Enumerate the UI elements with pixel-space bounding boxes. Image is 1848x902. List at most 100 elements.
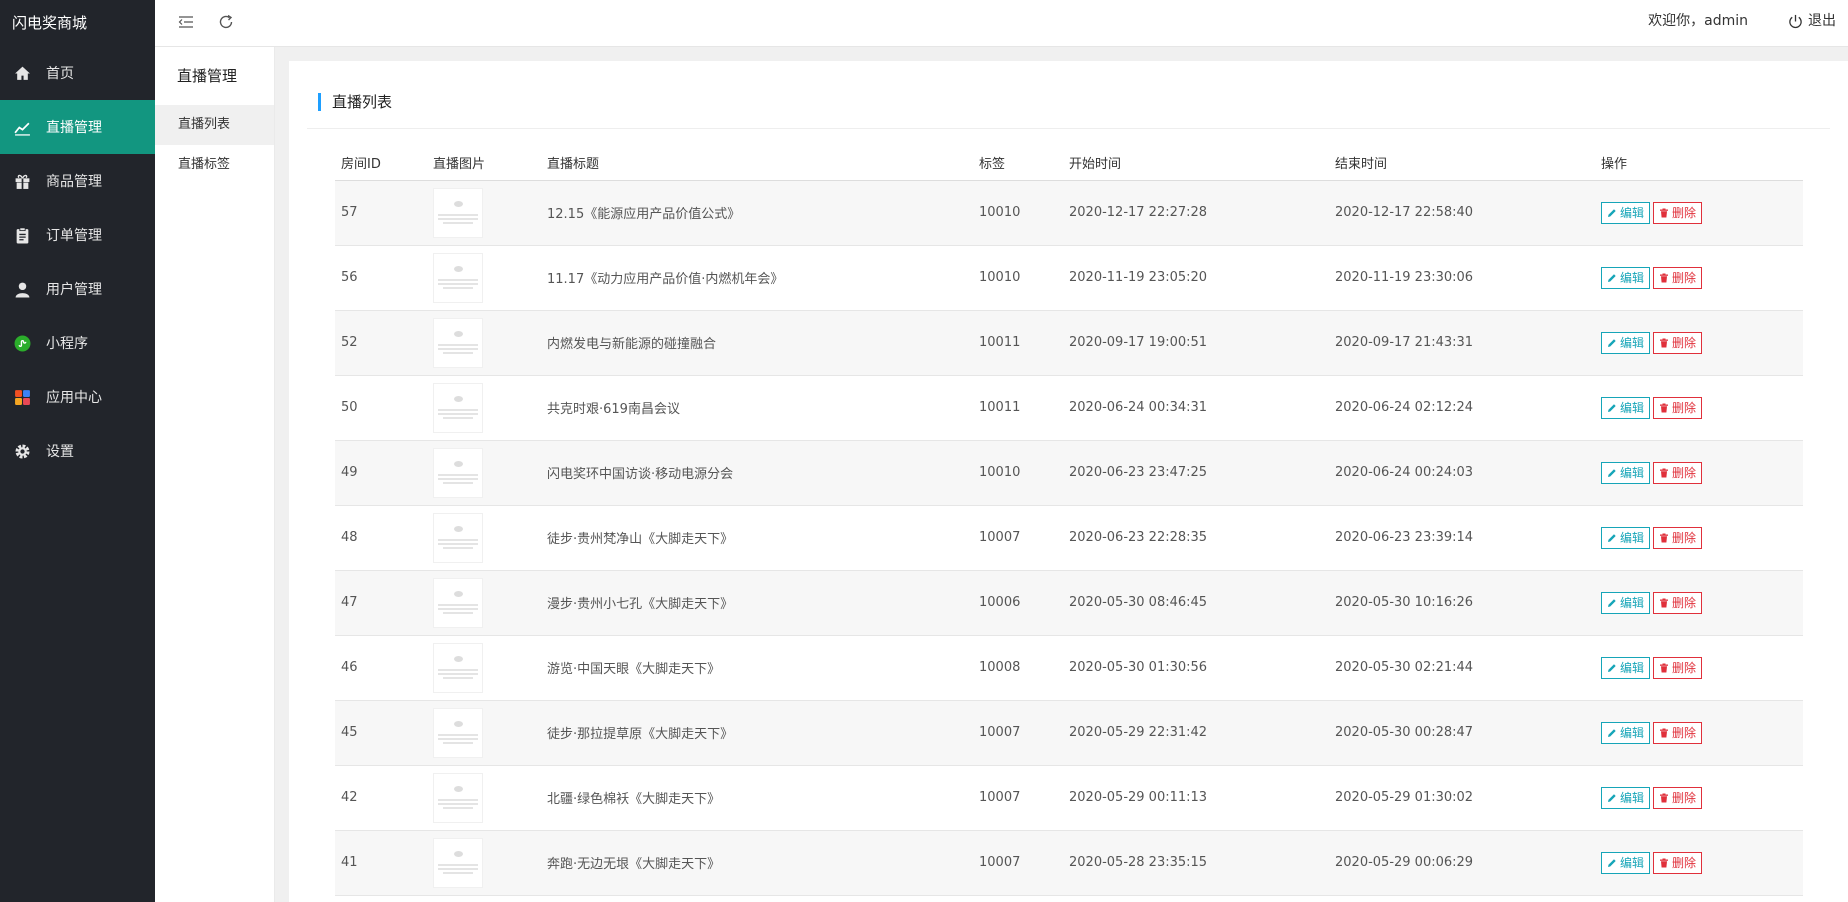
delete-button[interactable]: 删除 — [1653, 201, 1703, 224]
table-row: 56 11.17《动力应用产品价值·内燃机年会》 10010 2020-11-19 2… — [335, 245, 1803, 311]
edit-label: 编辑 — [1620, 791, 1645, 805]
actions-cell: 编辑 删除 — [1595, 570, 1803, 636]
trash-icon — [1660, 663, 1669, 672]
sidebar-item-settings[interactable]: 设置 — [0, 424, 155, 478]
column-header: 结束时间 — [1329, 145, 1595, 181]
edit-button[interactable]: 编辑 — [1601, 721, 1651, 744]
tag-value: 10007 — [973, 505, 1063, 571]
end-time: 2020-09-17 21:43:31 — [1329, 310, 1595, 376]
delete-button[interactable]: 删除 — [1653, 851, 1703, 874]
live-thumbnail — [433, 382, 483, 433]
thumbnail-cell — [427, 310, 541, 376]
delete-button[interactable]: 删除 — [1653, 396, 1703, 419]
edit-button[interactable]: 编辑 — [1601, 526, 1651, 549]
end-time: 2020-06-24 02:12:24 — [1329, 375, 1595, 441]
live-title: 共克时艰·619南昌会议 — [541, 375, 973, 441]
live-thumbnail — [433, 512, 483, 563]
start-time: 2020-06-23 23:47:25 — [1063, 440, 1329, 506]
divider — [307, 128, 1830, 129]
start-time: 2020-12-17 22:27:28 — [1063, 180, 1329, 246]
delete-button[interactable]: 删除 — [1653, 526, 1703, 549]
delete-button[interactable]: 删除 — [1653, 656, 1703, 679]
edit-button[interactable]: 编辑 — [1601, 851, 1651, 874]
pencil-icon — [1608, 598, 1616, 607]
sidebar-item-label: 小程序 — [46, 336, 88, 352]
trash-icon — [1660, 208, 1669, 217]
live-title: 漫步·贵州小七孔《大脚走天下》 — [541, 570, 973, 636]
start-time: 2020-11-19 23:05:20 — [1063, 245, 1329, 311]
edit-label: 编辑 — [1620, 596, 1645, 610]
gear-icon — [12, 441, 32, 461]
edit-label: 编辑 — [1620, 856, 1645, 870]
edit-label: 编辑 — [1620, 466, 1645, 480]
live-title: 徒步·那拉提草原《大脚走天下》 — [541, 700, 973, 766]
column-header: 直播标题 — [541, 145, 973, 181]
live-title: 徒步·贵州梵净山《大脚走天下》 — [541, 505, 973, 571]
refresh-icon[interactable] — [215, 11, 237, 33]
live-thumbnail — [433, 447, 483, 498]
live-title: 奔跑·无边无垠《大脚走天下》 — [541, 830, 973, 896]
edit-button[interactable]: 编辑 — [1601, 331, 1651, 354]
delete-button[interactable]: 删除 — [1653, 266, 1703, 289]
sidebar-item-home[interactable]: 首页 — [0, 46, 155, 100]
actions-cell: 编辑 删除 — [1595, 700, 1803, 766]
room-id: 49 — [335, 440, 427, 506]
table-row: 49 闪电奖环中国访谈·移动电源分会 10010 2020-06-23 23:47:2… — [335, 440, 1803, 506]
subnav-item-live-tags[interactable]: 直播标签 — [155, 145, 274, 185]
tag-value: 10007 — [973, 700, 1063, 766]
live-thumbnail — [433, 252, 483, 303]
edit-button[interactable]: 编辑 — [1601, 786, 1651, 809]
delete-button[interactable]: 删除 — [1653, 786, 1703, 809]
thumbnail-cell — [427, 440, 541, 506]
table-row: 45 徒步·那拉提草原《大脚走天下》 10007 2020-05-29 22:31:4… — [335, 700, 1803, 766]
delete-button[interactable]: 删除 — [1653, 721, 1703, 744]
sidebar-item-users[interactable]: 用户管理 — [0, 262, 155, 316]
delete-button[interactable]: 删除 — [1653, 331, 1703, 354]
subnav-item-live-list[interactable]: 直播列表 — [155, 105, 274, 145]
end-time: 2020-06-23 23:39:14 — [1329, 505, 1595, 571]
tag-value: 10011 — [973, 375, 1063, 441]
end-time: 2020-05-30 10:16:26 — [1329, 570, 1595, 636]
sidebar-item-products[interactable]: 商品管理 — [0, 154, 155, 208]
room-id: 46 — [335, 635, 427, 701]
pencil-icon — [1608, 663, 1616, 672]
edit-button[interactable]: 编辑 — [1601, 591, 1651, 614]
logout-button[interactable]: 退出 — [1788, 0, 1836, 43]
edit-button[interactable]: 编辑 — [1601, 266, 1651, 289]
edit-button[interactable]: 编辑 — [1601, 396, 1651, 419]
pencil-icon — [1608, 273, 1616, 282]
start-time: 2020-05-29 00:11:13 — [1063, 765, 1329, 831]
pencil-icon — [1608, 338, 1616, 347]
collapse-menu-icon[interactable] — [175, 11, 197, 33]
table-row: 48 徒步·贵州梵净山《大脚走天下》 10007 2020-06-23 22:28:3… — [335, 505, 1803, 571]
room-id: 52 — [335, 310, 427, 376]
sidebar-item-apps[interactable]: 应用中心 — [0, 370, 155, 424]
edit-button[interactable]: 编辑 — [1601, 461, 1651, 484]
delete-button[interactable]: 删除 — [1653, 591, 1703, 614]
edit-button[interactable]: 编辑 — [1601, 656, 1651, 679]
room-id: 41 — [335, 830, 427, 896]
trash-icon — [1660, 858, 1669, 867]
edit-button[interactable]: 编辑 — [1601, 201, 1651, 224]
sidebar-item-orders[interactable]: 订单管理 — [0, 208, 155, 262]
pencil-icon — [1608, 728, 1616, 737]
delete-button[interactable]: 删除 — [1653, 461, 1703, 484]
live-title: 游览·中国天眼《大脚走天下》 — [541, 635, 973, 701]
delete-label: 删除 — [1672, 726, 1697, 740]
room-id: 48 — [335, 505, 427, 571]
pencil-icon — [1608, 468, 1616, 477]
live-title: 12.15《能源应用产品价值公式》 — [541, 180, 973, 246]
sidebar-item-label: 设置 — [46, 444, 74, 460]
clipboard-icon — [12, 225, 32, 245]
sidebar-item-live[interactable]: 直播管理 — [0, 100, 155, 154]
tag-value: 10006 — [973, 570, 1063, 636]
actions-cell: 编辑 删除 — [1595, 505, 1803, 571]
edit-label: 编辑 — [1620, 271, 1645, 285]
thumbnail-cell — [427, 570, 541, 636]
user-icon — [12, 279, 32, 299]
sub-navigation: 直播管理 直播列表 直播标签 — [155, 47, 275, 902]
edit-label: 编辑 — [1620, 401, 1645, 415]
sidebar-item-miniprogram[interactable]: 小程序 — [0, 316, 155, 370]
start-time: 2020-05-28 23:35:15 — [1063, 830, 1329, 896]
table-row: 47 漫步·贵州小七孔《大脚走天下》 10006 2020-05-30 08:46:4… — [335, 570, 1803, 636]
